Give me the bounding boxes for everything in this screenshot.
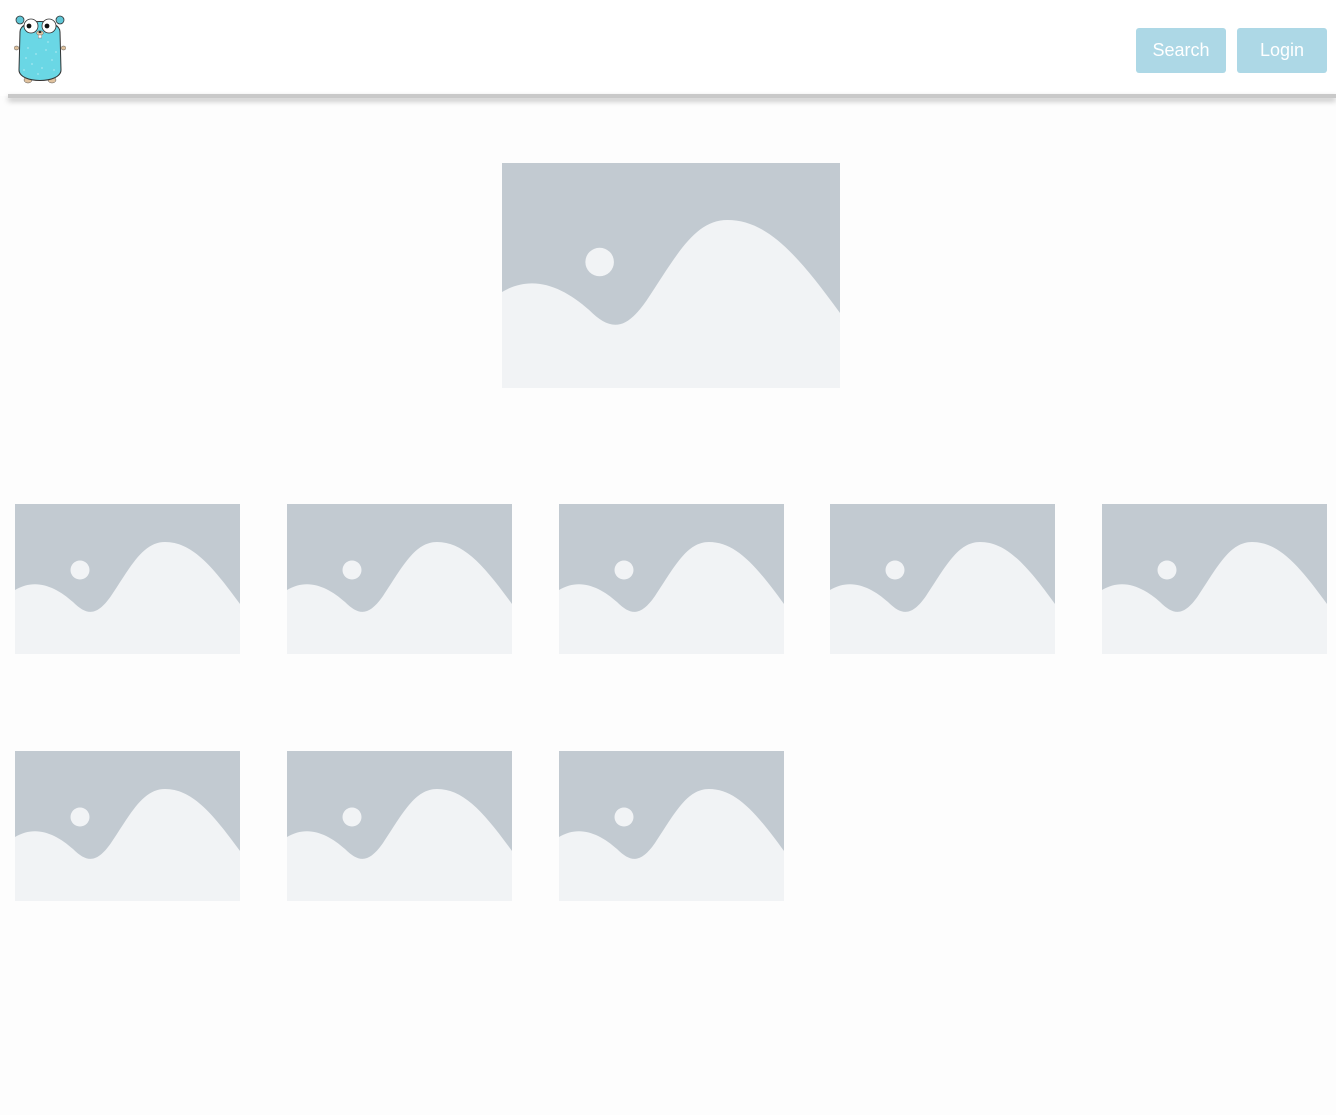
gallery-thumbnail[interactable] <box>559 504 784 654</box>
gallery-thumbnail[interactable] <box>1102 504 1327 654</box>
image-placeholder-icon <box>1102 504 1327 654</box>
image-placeholder-icon <box>15 751 240 901</box>
search-button[interactable]: Search <box>1136 28 1226 73</box>
gallery-thumbnail[interactable] <box>15 751 240 901</box>
gallery-thumbnail[interactable] <box>287 504 512 654</box>
login-button[interactable]: Login <box>1237 28 1327 73</box>
image-placeholder-icon <box>559 504 784 654</box>
top-nav: Search Login <box>0 0 1336 96</box>
gallery-thumbnail[interactable] <box>15 504 240 654</box>
gopher-logo-icon[interactable] <box>14 12 66 84</box>
gallery-thumbnail[interactable] <box>287 751 512 901</box>
gallery-thumbnail[interactable] <box>830 504 1055 654</box>
image-placeholder-icon <box>502 163 840 388</box>
image-placeholder-icon <box>830 504 1055 654</box>
gallery-thumbnail[interactable] <box>559 751 784 901</box>
image-placeholder-icon <box>15 504 240 654</box>
featured-image[interactable] <box>502 163 840 388</box>
image-placeholder-icon <box>287 751 512 901</box>
image-placeholder-icon <box>287 504 512 654</box>
header-divider <box>8 94 1336 98</box>
image-placeholder-icon <box>559 751 784 901</box>
